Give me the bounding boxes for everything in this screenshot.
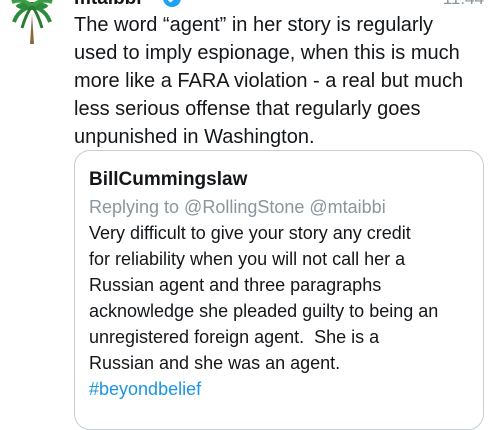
tweet-text-line: The word “agent” in her story is regular…	[74, 14, 434, 36]
replying-to-text: Replying to @RollingStone @mtaibbi	[89, 197, 386, 217]
quoted-text-line: Russian and she was an agent.	[89, 353, 341, 373]
verified-badge-icon	[162, 0, 182, 8]
quoted-tweet-card[interactable]: BillCummingslaw Replying to @RollingSton…	[74, 150, 484, 430]
quoted-text-line: for reliability when you will not call h…	[89, 249, 406, 269]
quoted-text-line: unregistered foreign agent. She is a	[89, 327, 380, 347]
palm-tree-icon	[11, 0, 53, 44]
quoted-tweet-text: Very difficult to give your story any cr…	[89, 220, 473, 402]
tweet-header: mtaibbi 11:44	[74, 0, 484, 10]
author-avatar[interactable]	[10, 0, 54, 44]
tweet-text-line: used to imply espionage, when this is mu…	[74, 42, 460, 64]
tweet-text: The word “agent” in her story is regular…	[74, 11, 479, 151]
quoted-text-line: Very difficult to give your story any cr…	[89, 223, 411, 243]
quoted-author-name[interactable]: BillCummingslaw	[89, 168, 247, 192]
tweet-text-line: unpunished in Washington.	[74, 126, 315, 148]
author-name[interactable]: mtaibbi	[74, 0, 142, 10]
tweet-text-line: more like a FARA violation - a real but …	[74, 70, 464, 92]
hashtag-link[interactable]: #beyondbelief	[89, 379, 201, 399]
quoted-text-line: Russian agent and three paragraphs	[89, 275, 382, 295]
quoted-text-line: acknowledge she pleaded guilty to being …	[89, 301, 439, 321]
tweet-text-line: less serious offense that regularly goes	[74, 98, 421, 120]
tweet-timestamp[interactable]: 11:44	[443, 0, 484, 10]
